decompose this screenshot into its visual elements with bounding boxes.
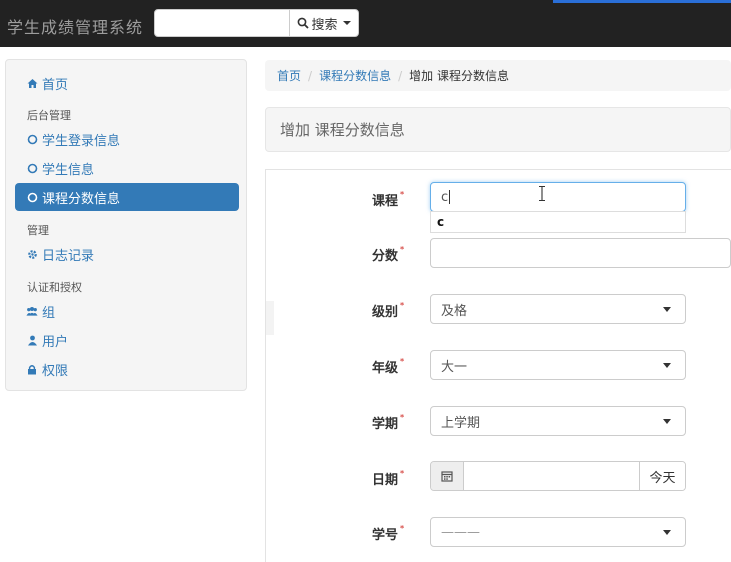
autocomplete-suggestion[interactable]: c (430, 211, 686, 233)
grade-select-value: 大一 (441, 359, 468, 375)
chevron-down-icon (663, 307, 671, 312)
sidebar-item-course-score[interactable]: 课程分数信息 (15, 183, 239, 211)
users-icon (26, 305, 38, 317)
required-marker: * (400, 190, 405, 199)
grade-select[interactable]: 大一 (430, 350, 686, 380)
sidebar-item-permissions[interactable]: 权限 (15, 355, 239, 383)
sidebar-item-label: 学生登录信息 (42, 133, 121, 149)
chevron-down-icon (342, 21, 351, 25)
search-button-label: 搜索 (311, 17, 338, 33)
circle-icon (26, 133, 38, 145)
sidebar-item-home[interactable]: 首页 (15, 69, 239, 97)
calendar-icon[interactable] (431, 462, 464, 490)
level-label-text: 级别 (372, 305, 399, 320)
navbar-accent-bar (553, 0, 731, 3)
sidebar-item-users[interactable]: 用户 (15, 326, 239, 354)
term-label-text: 学期 (372, 417, 399, 432)
required-marker: * (400, 524, 405, 533)
search-icon (298, 17, 310, 29)
sidebar-item-log[interactable]: 日志记录 (15, 240, 239, 268)
sidebar-item-student-info[interactable]: 学生信息 (15, 154, 239, 182)
student-no-label-text: 学号 (372, 528, 399, 543)
level-label: 级别 * (372, 301, 404, 320)
sidebar-item-label: 日志记录 (42, 248, 95, 264)
level-select-value: 及格 (441, 303, 468, 319)
circle-icon (26, 162, 38, 174)
text-caret (449, 190, 451, 204)
score-label: 分数 * (372, 245, 404, 264)
course-label: 课程 * (372, 190, 404, 209)
breadcrumb-separator: / (398, 68, 403, 83)
date-label: 日期 * (372, 469, 404, 488)
required-marker: * (400, 357, 405, 366)
sidebar-item-label: 组 (42, 305, 56, 321)
required-marker: * (400, 245, 405, 254)
user-icon (26, 334, 38, 346)
chevron-down-icon (663, 530, 671, 535)
gear-icon (26, 248, 38, 260)
sidebar-section-auth: 认证和授权 (27, 281, 82, 294)
sidebar-section-admin: 后台管理 (27, 109, 71, 122)
course-input-value: c (441, 189, 449, 205)
score-label-text: 分数 (372, 249, 399, 264)
breadcrumb: 首页 / 课程分数信息 / 增加 课程分数信息 (265, 60, 731, 91)
search-input[interactable] (154, 9, 290, 37)
course-input[interactable]: c (430, 182, 686, 212)
required-marker: * (400, 301, 405, 310)
circle-icon (26, 191, 38, 203)
breadcrumb-current: 增加 课程分数信息 (409, 69, 509, 83)
chevron-down-icon (663, 363, 671, 368)
student-no-select-value: ——— (441, 524, 480, 540)
sidebar-item-label: 课程分数信息 (42, 191, 121, 207)
sidebar-item-groups[interactable]: 组 (15, 297, 239, 325)
level-select[interactable]: 及格 (430, 294, 686, 324)
search-button[interactable]: 搜索 (289, 9, 359, 37)
ibeam-cursor-icon (539, 186, 545, 201)
sidebar-item-label: 学生信息 (42, 162, 95, 178)
date-input[interactable] (464, 462, 639, 490)
date-picker: 今天 (430, 461, 686, 491)
sidebar-item-label: 用户 (42, 334, 69, 350)
breadcrumb-separator: / (308, 68, 313, 83)
breadcrumb-home[interactable]: 首页 (277, 67, 301, 84)
lock-icon (26, 363, 38, 375)
grade-label: 年级 * (372, 357, 404, 376)
chevron-down-icon (663, 419, 671, 424)
grade-label-text: 年级 (372, 361, 399, 376)
home-icon (26, 77, 38, 89)
required-marker: * (400, 413, 405, 422)
page-title: 增加 课程分数信息 (265, 107, 731, 152)
today-button[interactable]: 今天 (639, 462, 685, 490)
top-navbar: 学生成绩管理系统 搜索 (0, 0, 731, 47)
student-no-select[interactable]: ——— (430, 517, 686, 547)
course-label-text: 课程 (372, 194, 399, 209)
date-label-text: 日期 (372, 473, 399, 488)
sidebar-section-manage: 管理 (27, 224, 49, 237)
term-select[interactable]: 上学期 (430, 406, 686, 436)
breadcrumb-course-score[interactable]: 课程分数信息 (319, 67, 391, 84)
term-label: 学期 * (372, 413, 404, 432)
sidebar-item-label: 权限 (42, 363, 69, 379)
term-select-value: 上学期 (441, 415, 481, 431)
sidebar: 首页 后台管理 学生登录信息 学生信息 课程分数信息 管理 日志记录 认证和授权… (5, 59, 247, 391)
sidebar-item-student-login[interactable]: 学生登录信息 (15, 125, 239, 153)
required-marker: * (400, 469, 405, 478)
sidebar-item-label: 首页 (42, 77, 69, 93)
panel-edge (266, 301, 274, 335)
brand-title[interactable]: 学生成绩管理系统 (7, 14, 143, 38)
score-input[interactable] (430, 238, 731, 268)
student-no-label: 学号 * (372, 524, 404, 543)
